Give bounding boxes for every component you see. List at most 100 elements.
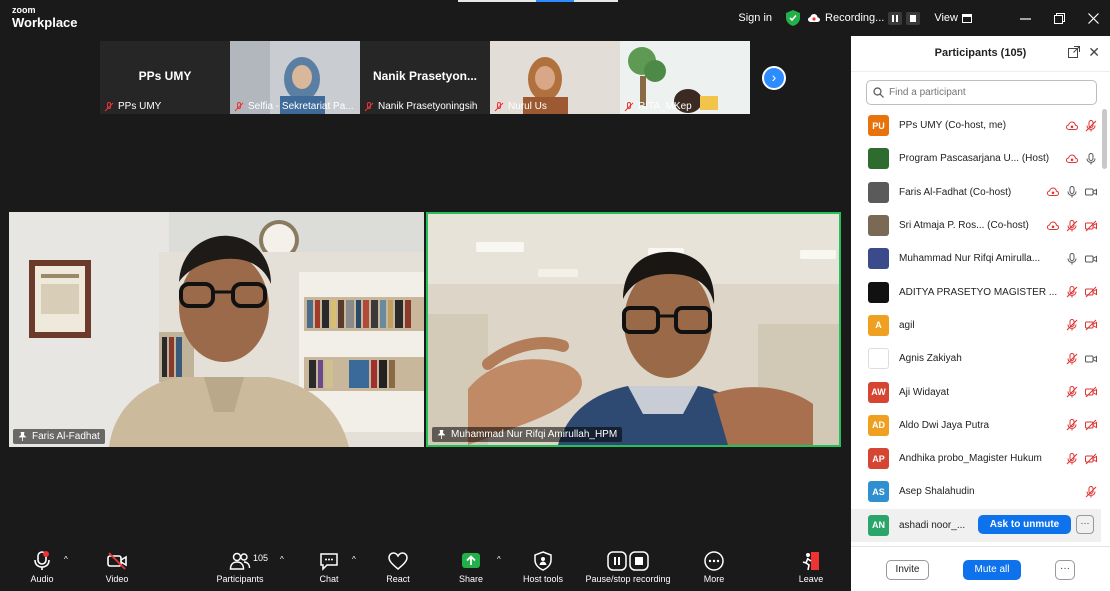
microphone-icon xyxy=(1067,186,1077,198)
participant-avatar xyxy=(868,215,889,237)
participant-avatar: AD xyxy=(868,414,889,436)
participant-status-icons xyxy=(1059,152,1097,165)
share-button[interactable]: Share xyxy=(452,545,490,591)
pause-stop-recording-button[interactable]: Pause/stop recording xyxy=(580,545,676,591)
close-panel-icon[interactable]: ✕ xyxy=(1088,44,1100,61)
participants-button[interactable]: Participants xyxy=(210,545,270,591)
participant-avatar: A xyxy=(868,314,889,336)
participants-icon xyxy=(229,552,251,570)
participant-avatar: AW xyxy=(868,381,889,403)
microphone-muted-icon xyxy=(1066,352,1078,365)
react-label: React xyxy=(386,574,410,584)
more-button[interactable]: More xyxy=(695,545,733,591)
participant-avatar: AP xyxy=(868,448,889,470)
ask-to-unmute-button[interactable]: Ask to unmute xyxy=(978,514,1071,534)
participant-name: ADITYA PRASETYO MAGISTER ... xyxy=(899,286,1058,298)
tile-name-label: Faris Al-Fadhat xyxy=(13,429,105,444)
participant-row[interactable]: Program Pascasarjana U... (Host) xyxy=(851,142,1101,175)
participant-row[interactable]: PU PPs UMY (Co-host, me) xyxy=(851,109,1101,142)
close-icon xyxy=(1087,12,1099,24)
participants-panel-footer: Invite Mute all ··· xyxy=(851,546,1110,591)
thumbnail-tile[interactable]: PPs UMY PPs UMY xyxy=(100,41,230,114)
participant-status-icons xyxy=(1040,219,1097,232)
restore-icon xyxy=(1053,12,1065,24)
view-menu-button[interactable]: View xyxy=(934,12,972,24)
share-indicator-bar xyxy=(458,0,618,2)
heart-icon xyxy=(388,552,408,570)
leave-button[interactable]: Leave xyxy=(792,545,830,591)
participant-row[interactable]: Muhammad Nur Rifqi Amirulla... xyxy=(851,242,1101,275)
participant-row[interactable]: Faris Al-Fadhat (Co-host) xyxy=(851,176,1101,209)
share-options-caret-icon[interactable]: ^ xyxy=(497,555,501,564)
participant-name: Andhika probo_Magister Hukum xyxy=(899,453,1042,465)
chevron-right-icon: › xyxy=(771,69,777,85)
encryption-shield-icon[interactable] xyxy=(786,10,801,26)
participant-more-button[interactable]: ··· xyxy=(1076,514,1094,534)
camera-icon xyxy=(1085,355,1097,363)
pop-out-icon[interactable] xyxy=(1068,46,1080,58)
panel-more-button[interactable]: ··· xyxy=(1055,560,1075,580)
react-button[interactable]: React xyxy=(379,545,417,591)
recording-controls-label: Pause/stop recording xyxy=(585,574,671,584)
participant-row[interactable]: ADITYA PRASETYO MAGISTER ... xyxy=(851,275,1101,308)
title-bar: zoom Workplace Sign in Recording... View xyxy=(0,0,1110,36)
participant-avatar xyxy=(868,181,889,203)
participant-video-feed xyxy=(9,212,424,447)
participant-row[interactable]: AP Andhika probo_Magister Hukum xyxy=(851,442,1101,475)
pause-recording-button[interactable] xyxy=(888,11,903,25)
restore-button[interactable] xyxy=(1042,0,1076,36)
mic-muted-icon xyxy=(234,101,244,111)
thumbnail-tile[interactable]: Nurul Us xyxy=(490,41,620,114)
pin-icon xyxy=(437,430,446,439)
next-page-button[interactable]: › xyxy=(762,66,786,90)
video-tile-faris[interactable]: Faris Al-Fadhat xyxy=(9,212,424,447)
zoom-meeting-window: zoom Workplace Sign in Recording... View xyxy=(0,0,1110,591)
audio-button[interactable]: Audio xyxy=(22,545,62,591)
participant-row[interactable]: AN ashadi noor_... Ask to unmute ··· xyxy=(851,508,1101,542)
thumbnail-tile[interactable]: RITA_MKep xyxy=(620,41,750,114)
view-grid-icon xyxy=(962,13,972,23)
participants-options-caret-icon[interactable]: ^ xyxy=(280,555,284,564)
participants-list: PU PPs UMY (Co-host, me) Program Pascasarj… xyxy=(851,109,1101,542)
sign-in-link[interactable]: Sign in xyxy=(738,12,772,24)
participant-video-feed xyxy=(428,214,839,445)
share-screen-icon xyxy=(462,553,480,568)
thumbnail-label: PPs UMY xyxy=(118,101,162,112)
video-tile-active-speaker[interactable]: Muhammad Nur Rifqi Amirullah_HPM xyxy=(426,212,841,447)
participant-row[interactable]: Aagil xyxy=(851,309,1101,342)
participant-row[interactable]: AS Asep Shalahudin xyxy=(851,475,1101,508)
recording-controls-icon xyxy=(607,551,649,571)
invite-button[interactable]: Invite xyxy=(886,560,929,580)
participants-scrollbar[interactable] xyxy=(1102,109,1107,169)
cloud-recording-icon xyxy=(1047,187,1059,197)
participant-status-icons xyxy=(1059,386,1097,398)
video-button[interactable]: Video xyxy=(97,545,137,591)
camera-off-icon xyxy=(107,552,127,570)
participant-avatar: AN xyxy=(868,514,889,536)
participant-row[interactable]: Sri Atmaja P. Ros... (Co-host) xyxy=(851,209,1101,242)
stop-recording-button[interactable] xyxy=(906,11,921,25)
participant-row[interactable]: Agnis Zakiyah xyxy=(851,342,1101,375)
thumbnail-label: Nurul Us xyxy=(508,101,547,112)
participant-name: Aldo Dwi Jaya Putra xyxy=(899,419,990,431)
thumbnail-tile[interactable]: Selfia - Sekretariat Pa... xyxy=(230,41,360,114)
search-input[interactable] xyxy=(889,87,1089,98)
brand-top: zoom xyxy=(12,5,36,15)
cloud-recording-icon xyxy=(1066,154,1078,163)
pin-icon xyxy=(18,432,27,441)
chat-options-caret-icon[interactable]: ^ xyxy=(352,555,356,564)
mic-muted-icon xyxy=(104,101,114,111)
minimize-button[interactable] xyxy=(1008,0,1042,36)
mute-all-button[interactable]: Mute all xyxy=(963,560,1021,580)
find-participant-search[interactable] xyxy=(866,80,1097,105)
participant-row[interactable]: AW Aji Widayat xyxy=(851,375,1101,408)
camera-off-icon xyxy=(1085,286,1097,298)
participant-row[interactable]: AD Aldo Dwi Jaya Putra xyxy=(851,409,1101,442)
chat-label: Chat xyxy=(319,574,339,584)
participant-name: Agnis Zakiyah xyxy=(899,353,962,365)
audio-options-caret-icon[interactable]: ^ xyxy=(64,555,68,564)
close-window-button[interactable] xyxy=(1076,0,1110,36)
host-tools-button[interactable]: Host tools xyxy=(516,545,570,591)
thumbnail-tile[interactable]: Nanik Prasetyon... Nanik Prasetyoningsih xyxy=(360,41,490,114)
chat-button[interactable]: Chat xyxy=(310,545,348,591)
